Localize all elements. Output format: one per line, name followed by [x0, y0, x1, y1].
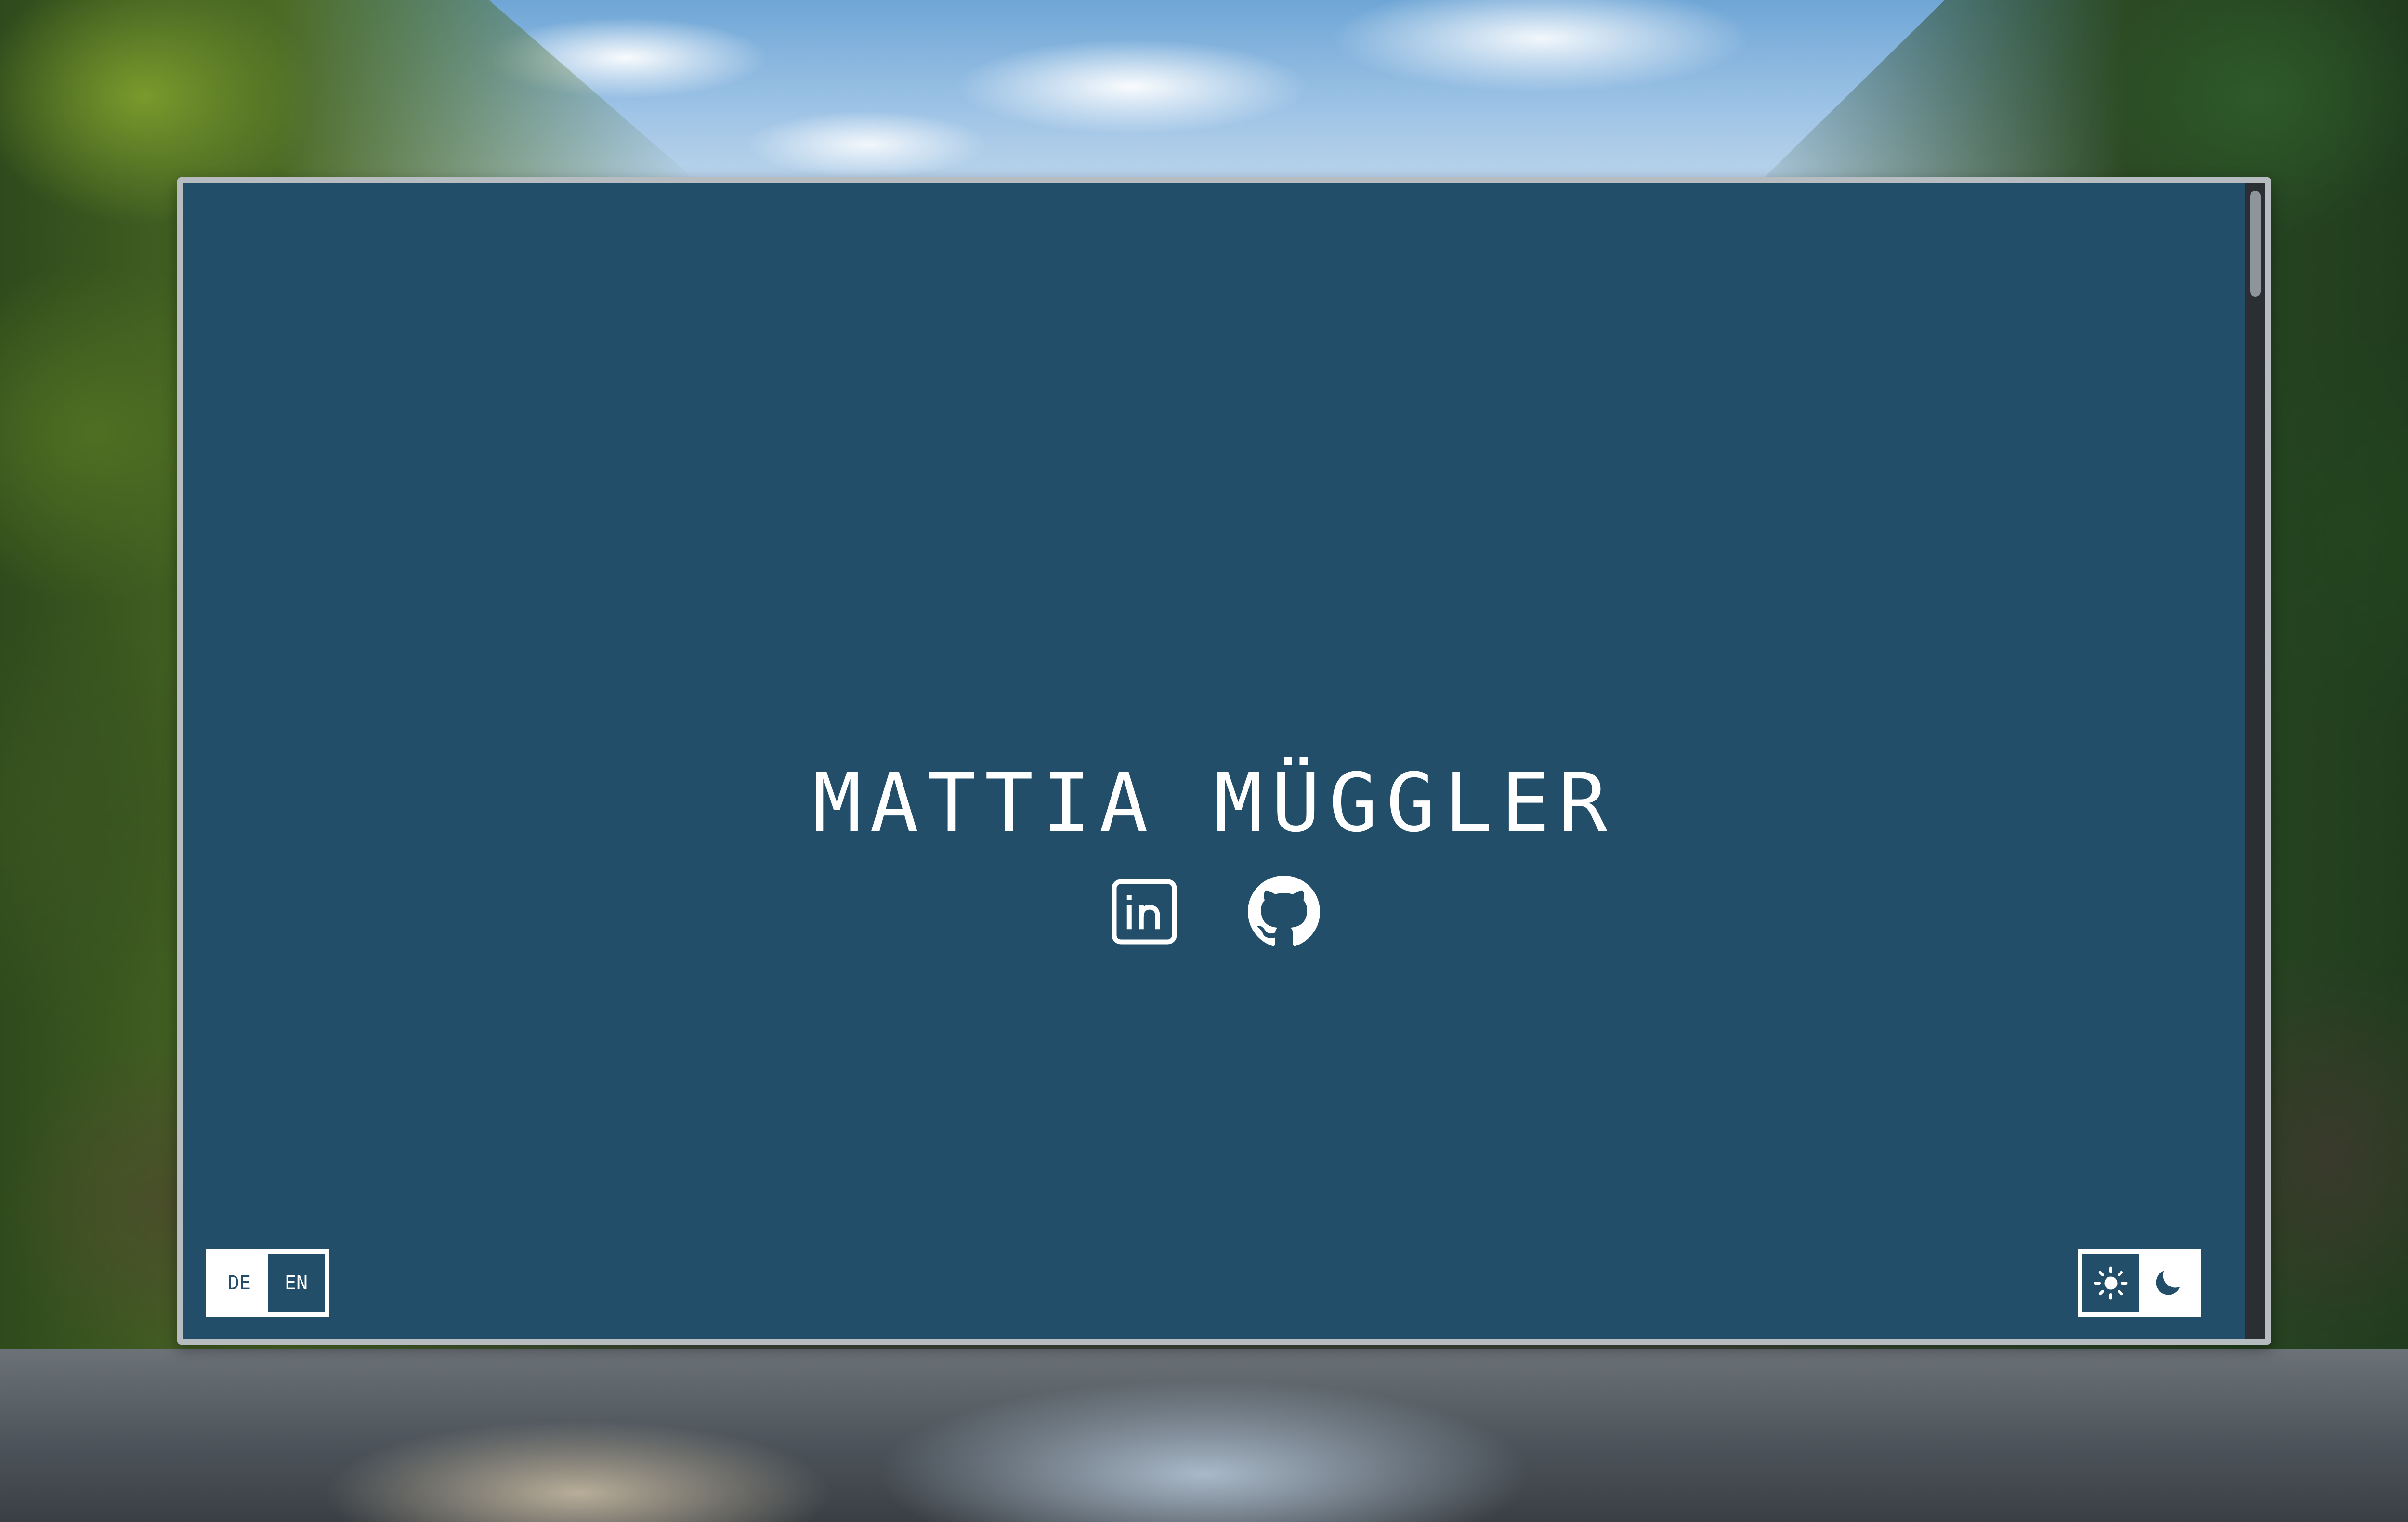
- sun-icon: [2094, 1266, 2128, 1300]
- language-option-en[interactable]: EN: [268, 1254, 325, 1312]
- main-window: MATTIA MÜGGLER DE EN: [177, 177, 2271, 1345]
- moon-icon: [2156, 1271, 2180, 1295]
- page-title: MATTIA MÜGGLER: [812, 755, 1616, 850]
- github-icon: [1248, 876, 1320, 946]
- scrollbar[interactable]: [2245, 183, 2265, 1339]
- theme-option-dark[interactable]: [2139, 1254, 2196, 1312]
- scrollbar-thumb[interactable]: [2250, 191, 2261, 297]
- language-option-de[interactable]: DE: [211, 1254, 268, 1312]
- river: [0, 1349, 2408, 1522]
- language-toggle: DE EN: [206, 1249, 329, 1317]
- social-links: [183, 876, 2245, 948]
- main-content: MATTIA MÜGGLER DE EN: [183, 183, 2245, 1339]
- github-link[interactable]: [1248, 876, 1320, 948]
- linkedin-icon: [1112, 879, 1177, 945]
- theme-toggle: [2078, 1249, 2201, 1317]
- theme-option-light[interactable]: [2082, 1254, 2139, 1312]
- linkedin-link[interactable]: [1108, 876, 1180, 948]
